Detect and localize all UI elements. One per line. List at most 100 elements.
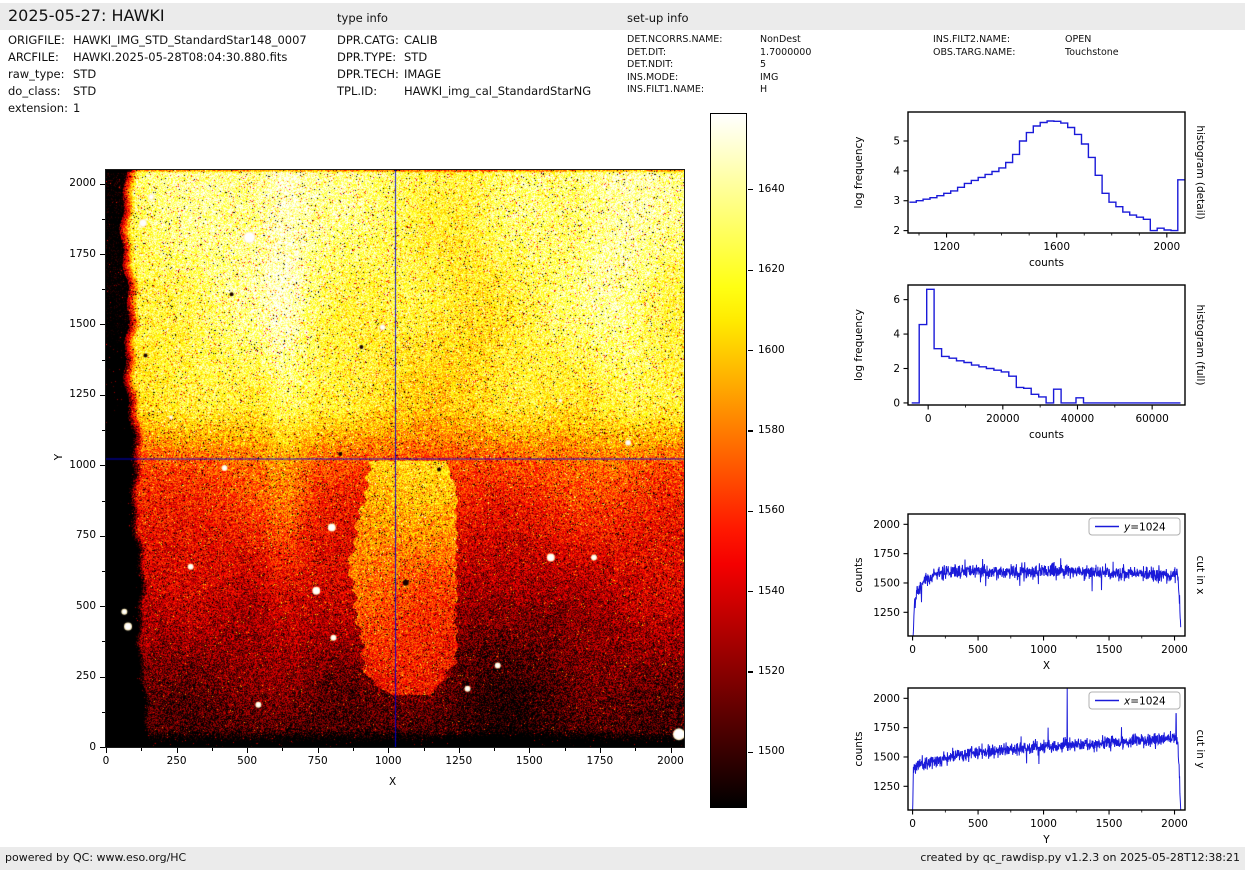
section-title-setup-info: set-up info — [627, 11, 689, 25]
setup-info-label: OBS.TARG.NAME: — [933, 46, 1016, 58]
file-info-label: ORIGFILE: — [8, 33, 65, 47]
qc-report-page: 2025-05-27: HAWKI type info set-up info … — [0, 0, 1245, 870]
main-x-minor-tick — [635, 748, 637, 751]
cut-y-y-tick-label: 1750 — [873, 722, 900, 734]
file-info-row: ARCFILE: HAWKI.2025-05-28T08:04:30.880.fi… — [8, 50, 287, 64]
type-info-label: DPR.TECH: — [337, 67, 399, 81]
hist-detail-y-axis-label: log frequency — [853, 136, 865, 208]
colorbar — [710, 113, 747, 808]
hist-full-y-axis-label: log frequency — [853, 309, 865, 381]
cut-x-x-axis-label: X — [1043, 660, 1050, 672]
colorbar-tick — [748, 591, 753, 593]
cut-x-x-tick-label: 0 — [909, 644, 916, 656]
setup-info-row: DET.NCORRS.NAME: NonDest — [627, 34, 801, 45]
footer-left-text: powered by QC: www.eso.org/HC — [5, 851, 187, 864]
cut-x-y-tick-label: 1250 — [873, 607, 900, 619]
cut-y-right-label: cut in y — [1194, 729, 1206, 768]
setup-info-row: INS.FILT1.NAME: H — [627, 84, 767, 95]
hist-full-x-tick-label: 0 — [925, 413, 932, 425]
hist-full-plot: 0 20000 40000 60000 0 2 4 6 counts log frequency h… — [853, 284, 1206, 441]
file-info-label: extension: — [8, 101, 68, 115]
hist-detail-frame — [907, 111, 1186, 234]
hist-detail-y-tick-label: 2 — [893, 225, 900, 237]
type-info-row: DPR.CATG: CALIB — [337, 33, 438, 47]
type-info-value: CALIB — [404, 33, 438, 47]
cut-x-right-label: cut in x — [1194, 555, 1206, 594]
colorbar-tick-label: 1640 — [758, 182, 785, 195]
main-x-tick — [106, 748, 107, 753]
header-bar — [0, 3, 1245, 30]
hist-full-x-tick-label: 20000 — [986, 413, 1019, 425]
cut-x-y-axis-label: counts — [853, 557, 865, 592]
setup-info-label: DET.DIT: — [627, 46, 667, 58]
file-info-value: HAWKI_IMG_STD_StandardStar148_0007 — [73, 33, 307, 47]
main-y-tick-label: 1750 — [69, 247, 96, 260]
main-x-axis-label: X — [389, 776, 397, 788]
type-info-value: HAWKI_img_cal_StandardStarNG — [404, 84, 592, 98]
file-info-value: HAWKI.2025-05-28T08:04:30.880.fits — [73, 50, 288, 64]
colorbar-tick-label: 1520 — [758, 664, 785, 677]
main-y-minor-tick — [102, 711, 105, 713]
main-x-tick-label: 1000 — [374, 755, 402, 767]
colorbar-tick — [748, 350, 753, 352]
main-x-tick — [176, 748, 178, 753]
cut-x-y-tick-label: 1750 — [873, 548, 900, 560]
setup-info-label: DET.NCORRS.NAME: — [627, 34, 723, 45]
main-x-minor-tick — [141, 748, 143, 751]
cut-x-plot: 0 500 1000 1500 2000 1250 1500 1750 2000 Xcounts c… — [853, 513, 1206, 672]
cut-y-x-tick-label: 2000 — [1161, 818, 1188, 830]
hist-detail-x-tick-label: 1200 — [933, 241, 960, 253]
setup-info-value: 5 — [760, 59, 767, 71]
setup-info-label: INS.FILT2.NAME: — [933, 34, 1011, 45]
main-x-minor-tick — [352, 748, 354, 751]
main-x-tick — [599, 748, 601, 753]
file-info-row: raw_type: STD — [8, 67, 96, 81]
main-y-tick-label: 1250 — [69, 388, 96, 401]
main-y-tick-label: 750 — [75, 529, 96, 542]
cut-x-x-tick-label: 2000 — [1161, 644, 1188, 656]
main-y-tick-label: 250 — [75, 670, 96, 683]
cut-y-x-tick-label: 1000 — [1030, 818, 1057, 830]
file-info-label: do_class: — [8, 84, 61, 98]
hist-full-frame — [907, 284, 1186, 406]
setup-info-label: DET.NDIT: — [627, 59, 674, 71]
main-x-tick — [529, 748, 531, 753]
hist-detail-x-tick-label: 1600 — [1043, 241, 1070, 253]
hist-full-series — [911, 288, 1181, 404]
type-info-row: TPL.ID: HAWKI_img_cal_StandardStarNG — [337, 84, 591, 98]
hist-detail-series — [909, 120, 1185, 232]
type-info-label: TPL.ID: — [337, 84, 378, 98]
main-x-tick-label: 0 — [102, 755, 110, 767]
cut-y-plot: 0 500 1000 1500 2000 1250 1500 1750 2000 Ycounts c… — [853, 687, 1206, 846]
page-title: 2025-05-27: HAWKI — [8, 6, 165, 25]
file-info-value: 1 — [73, 101, 81, 115]
cut-y-legend-label: x=1024 — [1123, 696, 1166, 708]
setup-info-value: 1.7000000 — [760, 46, 812, 58]
main-x-tick-label: 500 — [237, 755, 258, 767]
main-y-tick-label: 0 — [89, 740, 96, 753]
file-info-value: STD — [73, 67, 97, 81]
main-y-tick-label: 2000 — [69, 177, 96, 189]
setup-info-value: NonDest — [760, 34, 801, 45]
main-y-tick — [100, 254, 105, 255]
colorbar-tick-label: 1620 — [758, 263, 785, 276]
file-info-row: extension: 1 — [8, 101, 80, 115]
cut-x-x-tick-label: 1500 — [1096, 644, 1123, 656]
main-x-tick-label: 1500 — [515, 755, 543, 767]
setup-info-value: OPEN — [1065, 34, 1092, 45]
setup-info-label: INS.FILT1.NAME: — [627, 84, 705, 96]
main-x-tick — [670, 748, 672, 753]
main-y-minor-tick — [102, 218, 105, 220]
hist-detail-plot: 1200 1600 2000 2 3 4 5 counts log frequency histo… — [853, 111, 1206, 269]
main-y-minor-tick — [102, 289, 105, 291]
main-x-minor-tick — [211, 748, 213, 751]
hist-detail-x-axis-label: counts — [1029, 257, 1064, 269]
main-x-minor-tick — [282, 748, 284, 751]
main-y-minor-tick — [102, 570, 105, 572]
main-x-tick-label: 2000 — [657, 755, 684, 767]
colorbar-tick-label: 1560 — [758, 504, 785, 517]
main-y-minor-tick — [102, 500, 105, 502]
cut-y-y-tick-label: 2000 — [873, 693, 900, 705]
main-x-tick-label: 1750 — [586, 755, 614, 767]
file-info-row: ORIGFILE: HAWKI_IMG_STD_StandardStar148_0… — [8, 33, 307, 47]
